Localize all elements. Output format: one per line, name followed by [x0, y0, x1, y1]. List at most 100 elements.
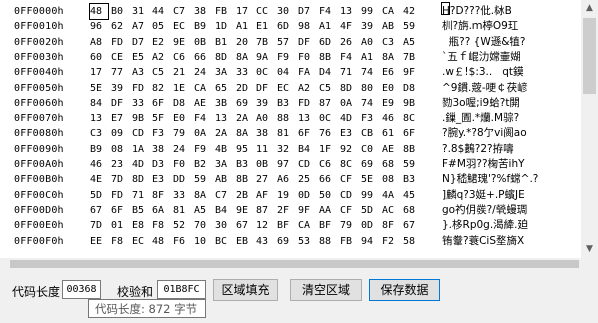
hex-byte[interactable]: 0B	[194, 35, 212, 50]
hex-byte[interactable]: 9F	[403, 65, 421, 80]
hex-byte[interactable]: FD	[298, 96, 316, 111]
hex-byte[interactable]: 95	[236, 142, 254, 157]
horizontal-scrollbar[interactable]	[8, 258, 581, 270]
hex-byte[interactable]: 48	[89, 3, 109, 20]
fill-region-button[interactable]: 区域填充	[213, 279, 278, 301]
hex-byte[interactable]: 23	[111, 157, 129, 172]
hex-byte[interactable]: 69	[236, 96, 254, 111]
hex-byte[interactable]: 20	[236, 35, 254, 50]
scroll-up-arrow-icon[interactable]: ▲	[581, 0, 598, 17]
hex-byte[interactable]: B2	[194, 157, 212, 172]
hex-byte[interactable]: A7	[132, 19, 150, 34]
hex-byte[interactable]: F9	[194, 142, 212, 157]
hex-byte[interactable]: 5D	[361, 203, 379, 218]
save-data-button[interactable]: 保存数据	[369, 279, 440, 301]
hex-byte[interactable]: 9F	[298, 203, 316, 218]
hex-byte[interactable]: 9B	[132, 111, 150, 126]
hex-byte[interactable]: AF	[256, 188, 274, 203]
hex-byte[interactable]: 7D	[90, 218, 108, 233]
hex-byte[interactable]: A0	[361, 35, 379, 50]
hex-byte[interactable]: 4A	[382, 188, 400, 203]
hex-byte[interactable]: FD	[132, 81, 150, 96]
hex-byte[interactable]: 04	[277, 65, 295, 80]
hex-byte[interactable]: 9A	[256, 50, 274, 65]
hex-byte[interactable]: E0	[382, 81, 400, 96]
hex-byte[interactable]: 6A	[152, 203, 170, 218]
ascii-text[interactable]: 杊?旃.ｍ楟O9玒	[442, 19, 518, 34]
hex-byte[interactable]: 44	[152, 4, 170, 19]
hex-byte[interactable]: 92	[340, 142, 358, 157]
hex-byte[interactable]: DD	[173, 172, 191, 187]
hex-byte[interactable]: 5E	[90, 81, 108, 96]
ascii-text[interactable]: ^9鏆.蔲-哽￠茯嵃	[442, 81, 528, 96]
hex-byte[interactable]: FA	[298, 65, 316, 80]
ascii-text[interactable]: go礿仴彂?/煢蟃琱	[442, 203, 527, 218]
hex-byte[interactable]: 87	[319, 96, 337, 111]
hex-byte[interactable]: A2	[152, 50, 170, 65]
hex-byte[interactable]: A1	[319, 19, 337, 34]
hex-byte[interactable]: C7	[173, 4, 191, 19]
hex-byte[interactable]: 17	[90, 65, 108, 80]
hex-byte[interactable]: 8F	[382, 218, 400, 233]
hex-byte[interactable]: A8	[90, 35, 108, 50]
ascii-text[interactable]: H?D???仳.栤B	[442, 4, 512, 19]
hex-byte[interactable]: 33	[236, 65, 254, 80]
hex-byte[interactable]: 4E	[90, 172, 108, 187]
hex-editor-view[interactable]: 0FF0000h 48 B0 31 44 C7 38 FB 17 CC 30 D7 F4 13 99 CA 42…	[0, 0, 598, 258]
hex-byte[interactable]: 67	[236, 218, 254, 233]
hex-byte[interactable]: 97	[277, 157, 295, 172]
hex-byte[interactable]: A0	[256, 111, 274, 126]
hex-byte[interactable]: CA	[382, 4, 400, 19]
hex-byte[interactable]: 66	[194, 50, 212, 65]
hex-byte[interactable]: CD	[340, 188, 358, 203]
hex-byte[interactable]: 6D	[319, 35, 337, 50]
hex-byte[interactable]: 0A	[340, 96, 358, 111]
hex-byte[interactable]: 7B	[403, 50, 421, 65]
hex-byte[interactable]: 08	[382, 172, 400, 187]
hex-byte[interactable]: D7	[298, 4, 316, 19]
hex-byte[interactable]: 01	[111, 218, 129, 233]
hex-byte[interactable]: 94	[361, 234, 379, 249]
hex-byte[interactable]: 98	[298, 19, 316, 34]
hex-byte[interactable]: 0A	[194, 126, 212, 141]
hex-byte[interactable]: 52	[173, 218, 191, 233]
hex-byte[interactable]: F3	[152, 126, 170, 141]
hex-byte[interactable]: 70	[194, 218, 212, 233]
hex-byte[interactable]: C5	[152, 65, 170, 80]
hex-byte[interactable]: 82	[152, 81, 170, 96]
hex-byte[interactable]: 46	[90, 157, 108, 172]
hex-byte[interactable]: E3	[152, 172, 170, 187]
hex-byte[interactable]: 77	[111, 65, 129, 80]
hex-byte[interactable]: 81	[277, 126, 295, 141]
hex-byte[interactable]: A5	[194, 203, 212, 218]
ascii-text[interactable]: ]麟q?3娗+.P蠙JE	[442, 188, 525, 203]
hex-byte[interactable]: 0B	[256, 157, 274, 172]
hex-byte[interactable]: 62	[111, 19, 129, 34]
hex-byte[interactable]: F4	[319, 4, 337, 19]
hex-byte[interactable]: F4	[194, 111, 212, 126]
hex-byte[interactable]: 24	[194, 65, 212, 80]
hex-byte[interactable]: 30	[277, 4, 295, 19]
hex-byte[interactable]: C6	[173, 50, 191, 65]
hex-byte[interactable]: FB	[340, 234, 358, 249]
ascii-text[interactable]: 瓶?? {W遜&犆?	[442, 35, 526, 50]
horizontal-scroll-thumb[interactable]	[10, 260, 579, 268]
hex-byte[interactable]: 0C	[319, 111, 337, 126]
hex-byte[interactable]: C0	[361, 142, 379, 157]
hex-byte[interactable]: CE	[111, 50, 129, 65]
hex-byte[interactable]: CA	[194, 81, 212, 96]
ascii-text[interactable]: 勠3o喔;i9蛤?t閞	[442, 96, 520, 111]
hex-byte[interactable]: B3	[277, 96, 295, 111]
hex-byte[interactable]: 68	[403, 203, 421, 218]
hex-byte[interactable]: D7	[132, 35, 150, 50]
hex-byte[interactable]: 1D	[215, 19, 233, 34]
hex-byte[interactable]: 8A	[236, 126, 254, 141]
hex-byte[interactable]: 6F	[152, 96, 170, 111]
hex-byte[interactable]: 9B	[403, 96, 421, 111]
ascii-text[interactable]: F#M羽??椈苦ihY	[442, 157, 525, 172]
hex-byte[interactable]: CC	[256, 4, 274, 19]
hex-byte[interactable]: 08	[111, 142, 129, 157]
hex-byte[interactable]: 59	[403, 157, 421, 172]
hex-byte[interactable]: E0	[173, 111, 191, 126]
hex-byte[interactable]: 1E	[173, 81, 191, 96]
